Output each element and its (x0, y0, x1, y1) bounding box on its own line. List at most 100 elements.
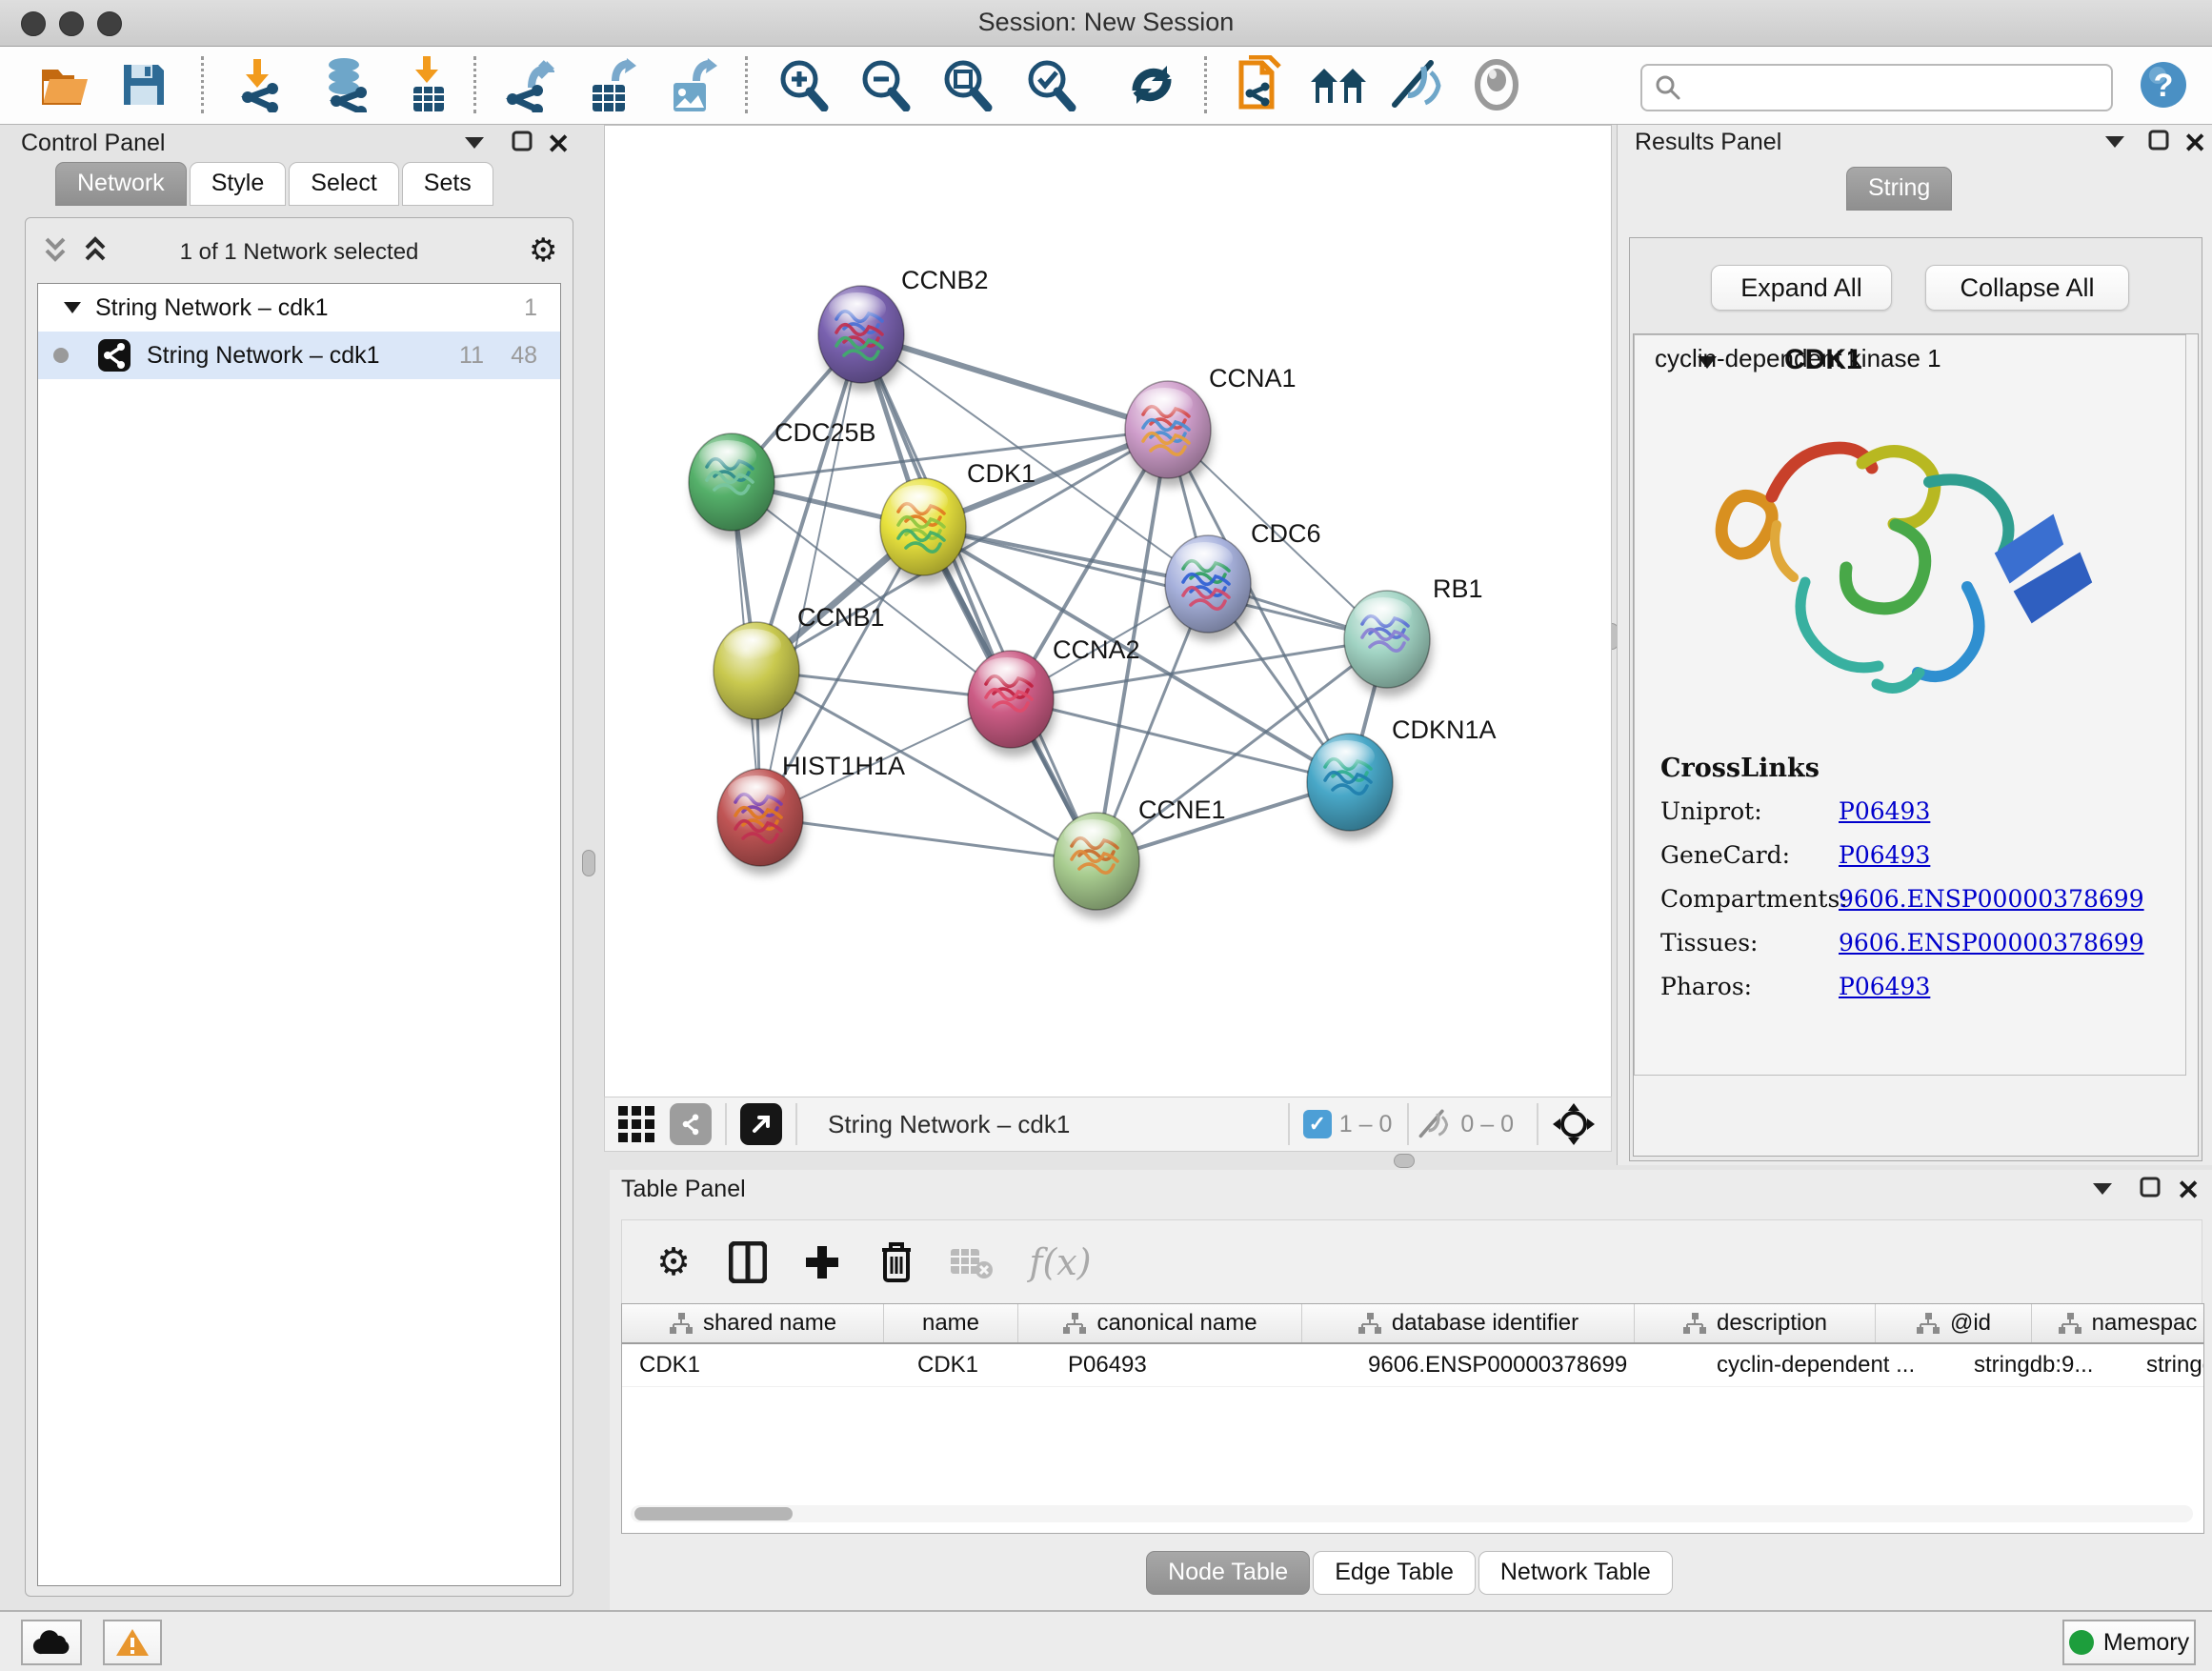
zoom-out-icon[interactable] (855, 54, 915, 115)
table-cell[interactable]: stringdb:9... (1957, 1344, 2129, 1386)
create-column-icon[interactable] (799, 1239, 845, 1285)
table-cell[interactable]: cyclin-dependent ... (1699, 1344, 1957, 1386)
tab-node-table[interactable]: Node Table (1146, 1551, 1310, 1595)
network-row[interactable]: String Network – cdk1 11 48 (38, 332, 560, 379)
selected-nodes-checkbox-icon[interactable]: ✓ (1303, 1110, 1332, 1138)
delete-table-icon[interactable] (948, 1239, 994, 1285)
crosslink-link[interactable]: 9606.ENSP00000378699 (1839, 929, 2144, 956)
collapse-collection-icon[interactable] (63, 301, 82, 314)
table-cell[interactable]: CDK1 (622, 1344, 900, 1386)
crosslink-link[interactable]: 9606.ENSP00000378699 (1839, 885, 2144, 913)
show-results-panel-icon[interactable] (1467, 54, 1526, 115)
scrollbar-thumb[interactable] (634, 1507, 793, 1520)
fit-selected-crosshair-icon[interactable] (1552, 1102, 1596, 1146)
node-CCNA1[interactable] (1125, 381, 1213, 487)
import-table-file-icon[interactable] (398, 54, 457, 115)
birdseye-grid-icon[interactable] (618, 1106, 654, 1142)
table-cell[interactable]: CDK1 (900, 1344, 1051, 1386)
apply-layout-icon[interactable] (1122, 54, 1181, 115)
tab-sets[interactable]: Sets (402, 162, 493, 206)
export-network-icon[interactable] (499, 54, 558, 115)
tab-string[interactable]: String (1846, 167, 1952, 211)
cloud-button[interactable] (21, 1620, 82, 1665)
edge-CCNB2-CCNA1[interactable] (861, 334, 1168, 430)
tab-network-table[interactable]: Network Table (1478, 1551, 1673, 1595)
crosslink-label: Tissues: (1660, 929, 1758, 956)
column-header--id[interactable]: @id (1876, 1304, 2032, 1342)
table-cell[interactable]: stringdb (2129, 1344, 2204, 1386)
memory-button[interactable]: Memory (2062, 1620, 2196, 1665)
node-CCNB2[interactable] (818, 286, 906, 392)
collapse-all-button[interactable]: Collapse All (1925, 265, 2129, 311)
float-panel-icon[interactable] (511, 130, 533, 152)
close-panel-icon[interactable]: ✕ (2183, 127, 2206, 160)
panel-menu-icon[interactable] (2103, 134, 2126, 150)
node-table[interactable]: shared namenamecanonical namedatabase id… (621, 1303, 2204, 1534)
open-session-icon[interactable] (36, 54, 95, 115)
crosslink-link[interactable]: P06493 (1839, 973, 1930, 1000)
close-panel-icon[interactable]: ✕ (547, 128, 570, 161)
network-graph[interactable]: CCNB2CCNA1CDC25BCDK1CDC6RB1CCNB1CCNA2CDK… (605, 126, 1611, 1097)
import-network-database-icon[interactable] (314, 54, 373, 115)
node-RB1[interactable] (1344, 591, 1432, 696)
table-row[interactable]: CDK1CDK1P064939606.ENSP00000378699cyclin… (622, 1344, 2203, 1387)
tab-style[interactable]: Style (190, 162, 287, 206)
node-CDC25B[interactable] (689, 433, 776, 539)
node-CDKN1A[interactable] (1307, 734, 1395, 839)
edge-HIST1H1A-CCNE1[interactable] (760, 817, 1096, 861)
network-collection-row[interactable]: String Network – cdk1 1 (38, 284, 560, 332)
column-header-namespac[interactable]: namespac (2032, 1304, 2204, 1342)
bottom-splitter-handle[interactable] (1394, 1154, 1415, 1168)
hidden-items-eye-slash-icon[interactable] (1415, 1109, 1453, 1139)
hide-results-panel-icon[interactable] (1387, 54, 1446, 115)
network-options-gear-icon[interactable]: ⚙ (529, 232, 557, 270)
network-canvas[interactable]: CCNB2CCNA1CDC25BCDK1CDC6RB1CCNB1CCNA2CDK… (604, 125, 1612, 1098)
node-CCNA2[interactable] (968, 651, 1056, 756)
string-home-icon[interactable] (1309, 54, 1368, 115)
crosslink-link[interactable]: P06493 (1839, 841, 1930, 869)
panel-menu-icon[interactable] (2091, 1181, 2114, 1197)
export-table-icon[interactable] (583, 54, 642, 115)
column-header-name[interactable]: name (884, 1304, 1018, 1342)
node-CCNE1[interactable] (1054, 813, 1141, 918)
help-icon[interactable]: ? (2136, 54, 2191, 115)
table-horizontal-scrollbar[interactable] (631, 1505, 2193, 1522)
tab-network[interactable]: Network (55, 162, 187, 206)
zoom-fit-icon[interactable] (937, 54, 996, 115)
table-cell[interactable]: 9606.ENSP00000378699 (1351, 1344, 1699, 1386)
node-HIST1H1A[interactable] (717, 769, 805, 875)
zoom-selected-icon[interactable] (1021, 54, 1080, 115)
left-splitter-handle[interactable] (582, 850, 595, 876)
warnings-button[interactable] (103, 1620, 162, 1665)
zoom-in-icon[interactable] (774, 54, 833, 115)
edge-CCNB2-CCNE1[interactable] (861, 334, 1096, 861)
column-header-canonical-name[interactable]: canonical name (1018, 1304, 1302, 1342)
function-builder-icon[interactable]: f(x) (1022, 1239, 1098, 1285)
string-protein-query-icon[interactable] (1231, 54, 1290, 115)
crosslink-link[interactable]: P06493 (1839, 797, 1930, 825)
node-CCNB1[interactable] (714, 622, 801, 728)
expand-all-button[interactable]: Expand All (1711, 265, 1892, 311)
import-network-file-icon[interactable] (229, 54, 288, 115)
column-header-database-identifier[interactable]: database identifier (1302, 1304, 1635, 1342)
column-header-shared-name[interactable]: shared name (622, 1304, 884, 1342)
show-columns-icon[interactable] (725, 1239, 771, 1285)
float-panel-icon[interactable] (2147, 129, 2170, 151)
panel-menu-icon[interactable] (463, 135, 486, 151)
column-header-description[interactable]: description (1635, 1304, 1876, 1342)
tab-edge-table[interactable]: Edge Table (1313, 1551, 1476, 1595)
tab-select[interactable]: Select (289, 162, 398, 206)
close-panel-icon[interactable]: ✕ (2177, 1174, 2200, 1207)
table-cell[interactable]: P06493 (1051, 1344, 1351, 1386)
node-CDC6[interactable] (1165, 535, 1253, 641)
delete-columns-icon[interactable] (874, 1239, 919, 1285)
node-CDK1[interactable] (880, 478, 968, 584)
table-options-gear-icon[interactable]: ⚙ (651, 1239, 696, 1285)
edge-CCNB2-HIST1H1A[interactable] (760, 334, 861, 817)
save-session-icon[interactable] (114, 54, 173, 115)
search-input[interactable] (1690, 69, 2111, 107)
float-panel-icon[interactable] (2139, 1176, 2162, 1198)
export-image-icon[interactable] (664, 54, 723, 115)
open-in-browser-icon[interactable] (740, 1103, 782, 1145)
network-share-icon[interactable] (670, 1103, 712, 1145)
